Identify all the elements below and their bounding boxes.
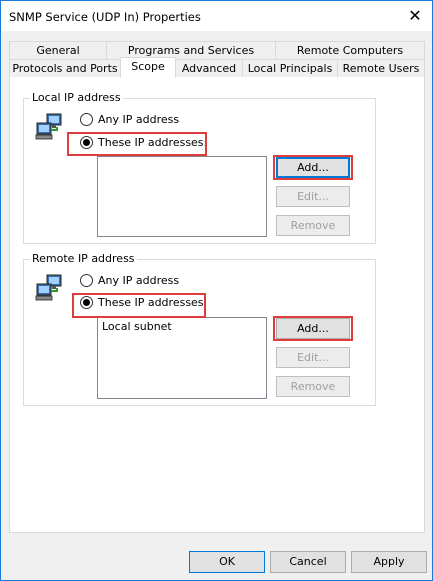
tab-remote-users[interactable]: Remote Users — [337, 59, 425, 78]
remote-any-ip-label[interactable]: Any IP address — [98, 274, 179, 287]
list-item[interactable]: Local subnet — [102, 320, 262, 333]
local-ip-list[interactable] — [97, 156, 267, 237]
remote-any-ip-radio[interactable] — [80, 274, 93, 287]
remote-add-button[interactable]: Add... — [276, 318, 350, 339]
local-remove-button[interactable]: Remove — [276, 215, 350, 236]
close-icon[interactable]: ✕ — [400, 1, 430, 31]
remote-edit-button[interactable]: Edit... — [276, 347, 350, 368]
apply-button[interactable]: Apply — [351, 551, 427, 573]
remote-ip-group-label: Remote IP address — [30, 252, 137, 265]
tab-remote-computers[interactable]: Remote Computers — [275, 41, 425, 60]
remote-ip-list[interactable]: Local subnet — [97, 317, 267, 399]
remote-remove-button[interactable]: Remove — [276, 376, 350, 397]
network-computers-icon — [35, 274, 62, 301]
tab-advanced[interactable]: Advanced — [175, 59, 243, 78]
local-edit-button[interactable]: Edit... — [276, 186, 350, 207]
local-these-ip-label[interactable]: These IP addresses: — [98, 136, 207, 149]
window-title: SNMP Service (UDP In) Properties — [9, 10, 201, 24]
local-these-ip-radio[interactable] — [80, 136, 93, 149]
cancel-button[interactable]: Cancel — [270, 551, 346, 573]
network-computers-icon — [35, 113, 62, 140]
title-bar[interactable]: SNMP Service (UDP In) Properties ✕ — [1, 1, 432, 31]
tab-protocols-and-ports[interactable]: Protocols and Ports — [9, 59, 121, 78]
tab-local-principals[interactable]: Local Principals — [242, 59, 338, 78]
properties-dialog: SNMP Service (UDP In) Properties ✕ Gener… — [0, 0, 433, 581]
remote-these-ip-radio[interactable] — [80, 296, 93, 309]
local-add-button[interactable]: Add... — [276, 157, 350, 178]
local-ip-group-label: Local IP address — [30, 91, 123, 104]
remote-these-ip-label[interactable]: These IP addresses: — [98, 296, 207, 309]
local-any-ip-label[interactable]: Any IP address — [98, 113, 179, 126]
tab-scope[interactable]: Scope — [120, 57, 176, 78]
tab-general[interactable]: General — [9, 41, 107, 60]
ok-button[interactable]: OK — [189, 551, 265, 573]
local-any-ip-radio[interactable] — [80, 113, 93, 126]
